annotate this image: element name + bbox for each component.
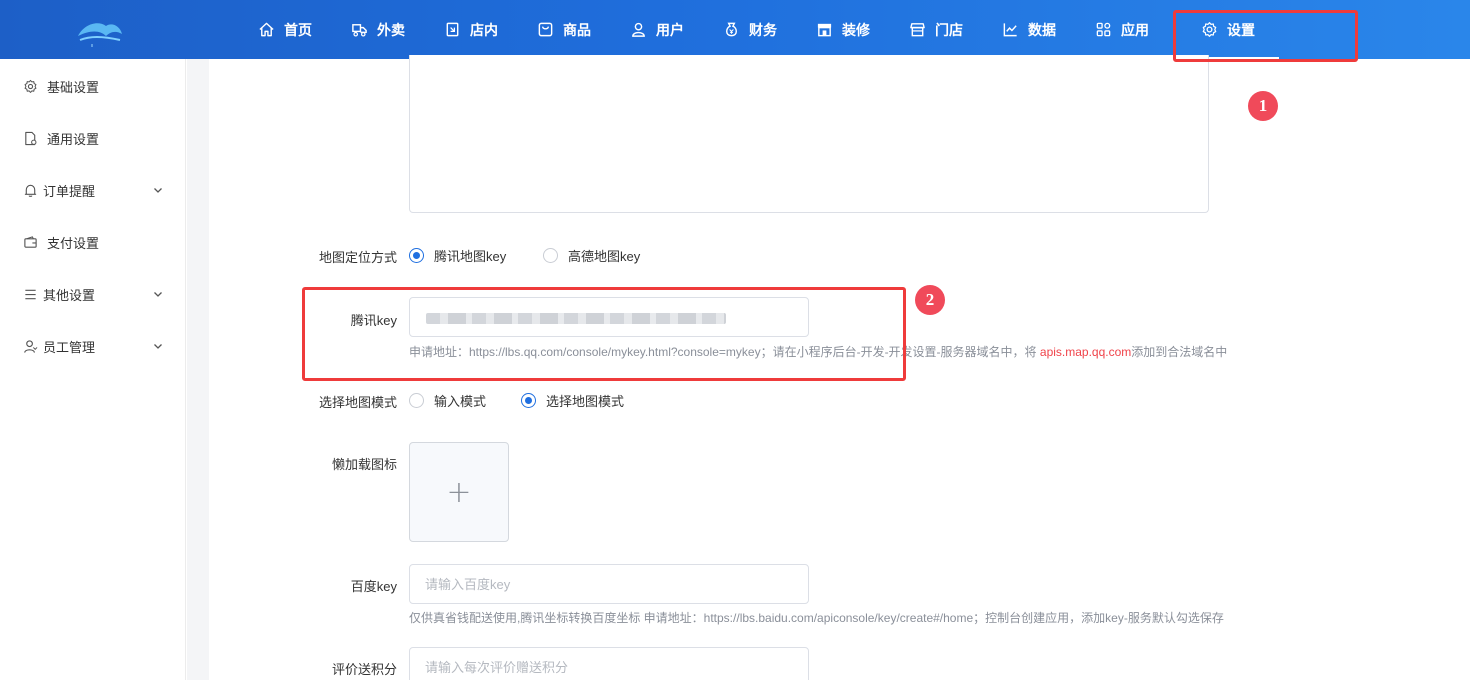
nav-data[interactable]: 数据 xyxy=(992,0,1085,59)
hint-text-suffix: 添加到合法域名中 xyxy=(1131,345,1228,359)
lazy-icon-label: 懒加载图标 xyxy=(331,457,397,472)
annotation-badge-1: 1 xyxy=(1248,91,1278,121)
image-upload-button[interactable]: + xyxy=(409,442,509,542)
sidebar: 基础设置 通用设置 订单提醒 支付设置 其他设置 员工管理 xyxy=(0,59,186,680)
annotation-highlight-settings xyxy=(1173,10,1358,62)
nav-user-label: 用户 xyxy=(656,21,684,38)
review-points-label: 评价送积分 xyxy=(331,662,397,677)
nav-delivery[interactable]: 外卖 xyxy=(341,0,434,59)
radio-dot[interactable] xyxy=(409,248,424,263)
decorate-icon xyxy=(817,23,832,37)
main-nav: 首页 外卖 店内 商品 用户 财务 装修 门店 数据 应用 设置 xyxy=(248,0,1279,59)
nav-decorate-label: 装修 xyxy=(842,21,870,38)
select-map-mode-label: 选择地图模式 xyxy=(318,395,397,410)
radio-select-map-mode[interactable]: 选择地图模式 xyxy=(521,391,624,410)
sidebar-item-label: 通用设置 xyxy=(47,131,100,147)
nav-user[interactable]: 用户 xyxy=(620,0,713,59)
sidebar-item-payment-settings[interactable]: 支付设置 xyxy=(0,222,186,262)
person-icon xyxy=(24,339,38,353)
menu-icon xyxy=(25,289,36,299)
radio-tencent-map[interactable]: 腾讯地图key xyxy=(409,246,506,265)
radio-dot[interactable] xyxy=(409,393,424,408)
home-icon xyxy=(259,22,274,37)
review-points-input[interactable] xyxy=(409,647,809,680)
radio-label: 输入模式 xyxy=(434,394,487,409)
bell-icon xyxy=(24,184,37,197)
annotation-badge-2: 2 xyxy=(915,285,945,315)
baidu-key-label: 百度key xyxy=(350,579,397,594)
plus-icon: + xyxy=(446,474,472,510)
dine-in-icon xyxy=(446,22,459,37)
sidebar-item-staff-management[interactable]: 员工管理 xyxy=(0,326,186,366)
nav-finance[interactable]: 财务 xyxy=(713,0,806,59)
radio-label: 高德地图key xyxy=(568,249,641,264)
nav-home-label: 首页 xyxy=(284,21,312,38)
sidebar-item-label: 员工管理 xyxy=(43,339,96,355)
chevron-down-icon[interactable] xyxy=(152,288,164,300)
sidebar-item-other-settings[interactable]: 其他设置 xyxy=(0,274,186,314)
nav-store[interactable]: 门店 xyxy=(899,0,992,59)
document-icon xyxy=(25,131,37,145)
nav-finance-label: 财务 xyxy=(749,21,777,38)
nav-delivery-label: 外卖 xyxy=(377,21,405,38)
sidebar-item-general-settings[interactable]: 通用设置 xyxy=(0,118,186,158)
chevron-down-icon[interactable] xyxy=(152,184,164,196)
nav-product-label: 商品 xyxy=(563,21,591,38)
nav-product[interactable]: 商品 xyxy=(527,0,620,59)
nav-decorate[interactable]: 装修 xyxy=(806,0,899,59)
user-icon xyxy=(632,22,645,37)
radio-input-mode[interactable]: 输入模式 xyxy=(409,391,486,410)
radio-dot[interactable] xyxy=(521,393,536,408)
wallet-icon xyxy=(24,235,37,248)
nav-apps[interactable]: 应用 xyxy=(1085,0,1178,59)
content-gutter xyxy=(187,59,209,680)
nav-apps-label: 应用 xyxy=(1121,21,1149,38)
domain-link[interactable]: apis.map.qq.com xyxy=(1040,345,1131,359)
sidebar-item-label: 支付设置 xyxy=(47,235,100,251)
baidu-key-input[interactable] xyxy=(409,564,809,604)
gear-icon xyxy=(24,79,37,93)
map-mode-label: 地图定位方式 xyxy=(318,250,397,265)
radio-label: 腾讯地图key xyxy=(434,249,507,264)
nav-dine-in[interactable]: 店内 xyxy=(434,0,527,59)
nav-store-label: 门店 xyxy=(935,21,963,38)
store-icon xyxy=(910,23,925,37)
sidebar-item-label: 其他设置 xyxy=(43,287,96,303)
nav-data-label: 数据 xyxy=(1028,21,1056,38)
radio-amap[interactable]: 高德地图key xyxy=(543,246,640,265)
chart-icon xyxy=(1003,23,1017,37)
chevron-down-icon[interactable] xyxy=(152,340,164,352)
baidu-key-hint: 仅供真省钱配送使用,腾讯坐标转换百度坐标 申请地址：https://lbs.ba… xyxy=(409,611,1224,625)
sidebar-item-basic-settings[interactable]: 基础设置 xyxy=(0,66,186,106)
brand-logo[interactable] xyxy=(72,14,128,50)
textarea-field[interactable] xyxy=(409,55,1209,213)
sidebar-item-label: 基础设置 xyxy=(47,79,100,95)
radio-label: 选择地图模式 xyxy=(546,394,625,409)
apps-icon xyxy=(1096,22,1111,37)
radio-dot[interactable] xyxy=(543,248,558,263)
finance-icon xyxy=(726,22,737,37)
delivery-icon xyxy=(352,24,367,37)
nav-dine-in-label: 店内 xyxy=(470,21,498,38)
annotation-highlight-tencent-key xyxy=(302,287,906,381)
nav-home[interactable]: 首页 xyxy=(248,0,341,59)
sidebar-item-label: 订单提醒 xyxy=(43,183,96,199)
sidebar-item-order-reminder[interactable]: 订单提醒 xyxy=(0,170,186,210)
product-icon xyxy=(538,22,553,37)
